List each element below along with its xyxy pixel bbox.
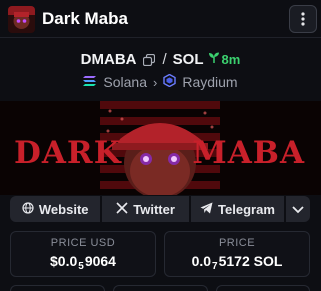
social-links: Website Twitter Telegram — [10, 196, 310, 222]
price-sol-prefix: 0.0 — [191, 253, 212, 269]
vertical-dots-icon — [301, 12, 305, 26]
solana-icon — [83, 74, 97, 90]
chevron-right-icon: › — [153, 74, 158, 90]
quote-symbol: SOL — [172, 50, 204, 68]
telegram-icon — [200, 202, 213, 217]
chevron-down-icon — [292, 202, 304, 217]
token-logo — [8, 6, 35, 33]
raydium-icon — [163, 73, 177, 90]
more-links-button[interactable] — [286, 196, 310, 222]
token-banner: DARK MABA — [0, 101, 321, 195]
price-sol-digits: 5172 SOL — [218, 253, 283, 269]
stat-card — [216, 285, 310, 291]
top-bar: Dark Maba — [0, 0, 321, 38]
pair-separator: / — [162, 50, 167, 68]
twitter-link-button[interactable]: Twitter — [102, 196, 189, 222]
chain-link-solana[interactable]: Solana — [103, 74, 147, 90]
website-link-button[interactable]: Website — [10, 196, 101, 222]
price-sol-value: 0.075172 SOL — [165, 253, 309, 272]
stat-card — [10, 285, 105, 291]
globe-icon — [22, 201, 34, 217]
chain-breadcrumb: Solana › Raydium — [0, 72, 321, 92]
menu-button[interactable] — [289, 5, 317, 33]
banner-word-right: MABA — [192, 135, 305, 171]
dex-link-raydium[interactable]: Raydium — [182, 74, 237, 90]
price-sol-card: PRICE 0.075172 SOL — [164, 231, 310, 277]
price-sol-zero-count: 7 — [212, 261, 218, 272]
price-usd-prefix: $0.0 — [50, 253, 78, 269]
base-symbol: DMABA — [80, 50, 137, 68]
website-label: Website — [38, 201, 89, 217]
price-sol-label: PRICE — [218, 237, 256, 249]
app-title: Dark Maba — [42, 9, 128, 28]
price-usd-zero-count: 5 — [78, 261, 84, 272]
telegram-label: Telegram — [218, 201, 275, 217]
pair-age: 8m — [208, 51, 241, 67]
twitter-label: Twitter — [133, 201, 175, 217]
price-usd-value: $0.059064 — [11, 253, 155, 272]
pair-row: DMABA / SOL 8m — [0, 49, 321, 69]
price-usd-digits: 9064 — [84, 253, 116, 269]
pair-age-value: 8m — [221, 51, 241, 67]
price-usd-label: PRICE USD — [50, 237, 116, 249]
stat-card — [113, 285, 208, 291]
copy-icon[interactable] — [142, 53, 155, 67]
x-logo-icon — [116, 201, 128, 217]
banner-word-left: DARK — [14, 135, 122, 171]
seedling-icon — [208, 52, 220, 67]
price-usd-card: PRICE USD $0.059064 — [10, 231, 156, 277]
telegram-link-button[interactable]: Telegram — [190, 196, 285, 222]
